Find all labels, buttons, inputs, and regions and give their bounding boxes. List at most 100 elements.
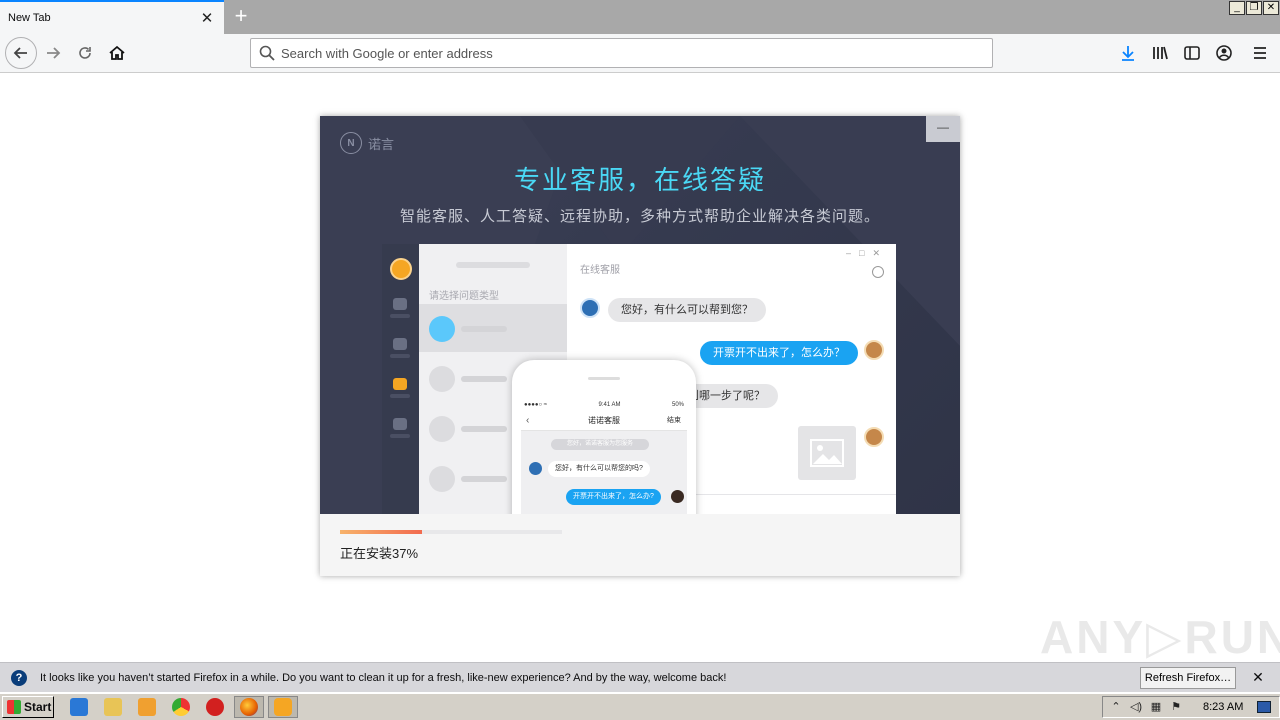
install-progress-text: 正在安装37% xyxy=(340,546,419,561)
preview-sidebar xyxy=(382,244,419,514)
installer-app-icon xyxy=(274,698,292,716)
installer-subtitle: 智能客服、人工答疑、远程协助，多种方式帮助企业解决各类问题。 xyxy=(399,208,880,225)
preview-window-controls: –□✕ xyxy=(846,248,888,258)
phone-message-agent: 您好，有什么可以帮您的吗? xyxy=(548,461,650,477)
taskbar-clock[interactable]: 8:23 AM xyxy=(1203,701,1243,713)
install-progress-fill xyxy=(340,530,423,534)
address-bar[interactable] xyxy=(250,38,993,68)
navigation-toolbar xyxy=(0,34,1280,73)
installer-minimize-button[interactable]: — xyxy=(926,116,960,142)
download-icon xyxy=(1122,46,1134,61)
preview-user-avatar xyxy=(390,258,412,280)
brand-logo-icon: N xyxy=(340,132,362,154)
forward-button[interactable] xyxy=(38,38,68,68)
phone-user-avatar xyxy=(671,490,684,503)
menu-icon xyxy=(1254,47,1266,59)
installer-window: N 诺言 — 专业客服，在线答疑 智能客服、人工答疑、远程协助，多种方式帮助企业… xyxy=(320,116,960,576)
list-item-line xyxy=(461,326,507,332)
phone-end-label: 结束 xyxy=(667,417,681,424)
open-menu-button[interactable] xyxy=(1240,38,1280,68)
home-button[interactable] xyxy=(102,38,132,68)
window-controls: _ ❐ ✕ xyxy=(1229,1,1279,15)
image-icon xyxy=(810,439,844,467)
list-item-avatar xyxy=(429,316,455,342)
user-avatar xyxy=(864,427,884,447)
phone-message-user: 开票开不出来了，怎么办? xyxy=(566,489,661,505)
installer-hero-banner: N 诺言 — 专业客服，在线答疑 智能客服、人工答疑、远程协助，多种方式帮助企业… xyxy=(320,116,960,514)
brand-logo: N 诺言 xyxy=(340,132,394,154)
window-close-button[interactable]: ✕ xyxy=(1263,1,1279,15)
add-user-icon xyxy=(872,266,884,278)
agent-avatar xyxy=(580,298,600,318)
home-icon xyxy=(109,45,125,60)
opera-icon[interactable] xyxy=(206,698,224,716)
tab-strip: New Tab ✕ + _ ❐ ✕ xyxy=(0,0,1280,34)
taskbar-installer-button[interactable] xyxy=(268,696,298,718)
new-tab-button[interactable]: + xyxy=(228,4,254,30)
tray-expand-icon[interactable]: ⌃ xyxy=(1109,700,1123,714)
preview-sidebar-bar xyxy=(390,314,410,318)
chevron-left-icon: ‹ xyxy=(526,415,530,426)
taskbar-firefox-button[interactable] xyxy=(234,696,264,718)
arrow-left-icon xyxy=(13,47,27,59)
list-item xyxy=(419,304,567,352)
start-button[interactable]: Start xyxy=(2,696,54,718)
account-icon xyxy=(1216,45,1232,61)
refresh-notification-bar: ? It looks like you haven’t started Fire… xyxy=(0,662,1280,692)
preview-search-bar xyxy=(456,262,530,268)
monitor-icon xyxy=(393,418,407,430)
phone-preview-illustration: ●●●●○ ≈ 9:41 AM 50% ‹ 诺诺客服 结束 您好，诺诺客服为您服… xyxy=(512,360,696,514)
reload-button[interactable] xyxy=(70,38,100,68)
chrome-icon[interactable] xyxy=(172,698,190,716)
network-icon[interactable]: ▦ xyxy=(1149,700,1163,714)
preview-list-hint: 请选择问题类型 xyxy=(429,291,499,302)
installer-title: 专业客服，在线答疑 xyxy=(513,165,766,195)
toolbar-buttons xyxy=(1112,38,1280,68)
library-button[interactable] xyxy=(1144,38,1176,68)
window-restore-button[interactable]: ❐ xyxy=(1246,1,1262,15)
anyrun-watermark: ANY▷RUN xyxy=(1040,611,1280,663)
phone-time: 9:41 AM xyxy=(598,402,621,408)
account-button[interactable] xyxy=(1208,38,1240,68)
tab-new-tab[interactable]: New Tab ✕ xyxy=(0,0,224,34)
arrow-right-icon xyxy=(47,47,61,59)
support-agent-icon xyxy=(393,378,407,390)
refresh-firefox-button[interactable]: Refresh Firefox… xyxy=(1140,666,1236,689)
start-label: Start xyxy=(24,700,52,714)
url-input[interactable] xyxy=(281,45,961,61)
windows-taskbar: Start ⌃ ◁) ▦ ⚑ 8:23 AM xyxy=(0,693,1280,720)
list-item-line xyxy=(461,376,507,382)
notification-message: It looks like you haven’t started Firefo… xyxy=(40,671,727,684)
chat-message-agent: 您好，有什么可以帮到您？ xyxy=(608,298,766,322)
install-progress-bar xyxy=(340,530,562,534)
phone-system-note: 您好，诺诺客服为您服务 xyxy=(551,439,649,450)
sidebar-button[interactable] xyxy=(1176,38,1208,68)
system-tray: ⌃ ◁) ▦ ⚑ 8:23 AM xyxy=(1102,696,1280,718)
preview-divider xyxy=(687,494,896,495)
back-button[interactable] xyxy=(5,37,37,69)
preview-sidebar-bar xyxy=(390,354,410,358)
reload-icon xyxy=(79,47,91,59)
library-icon xyxy=(1153,46,1168,60)
show-desktop-icon[interactable] xyxy=(1257,701,1272,713)
phone-agent-avatar xyxy=(529,462,542,475)
preview-chat-header: 在线客服 xyxy=(580,265,620,276)
notification-close-icon[interactable]: ✕ xyxy=(1248,669,1268,686)
tab-close-icon[interactable]: ✕ xyxy=(196,7,218,29)
window-minimize-button[interactable]: _ xyxy=(1229,1,1245,15)
info-icon: ? xyxy=(11,669,27,686)
list-item-avatar xyxy=(429,416,455,442)
explorer-icon[interactable] xyxy=(104,698,122,716)
sidebar-icon xyxy=(1184,46,1200,60)
ie-icon[interactable] xyxy=(70,698,88,716)
contacts-icon xyxy=(393,338,407,350)
media-player-icon[interactable] xyxy=(138,698,156,716)
phone-carrier: ●●●●○ ≈ xyxy=(524,402,548,408)
brand-name: 诺言 xyxy=(368,136,395,152)
action-center-flag-icon[interactable]: ⚑ xyxy=(1169,700,1183,714)
windows-logo-icon xyxy=(7,700,21,714)
volume-icon[interactable]: ◁) xyxy=(1129,700,1143,714)
list-item-avatar xyxy=(429,466,455,492)
phone-speaker xyxy=(588,377,620,380)
downloads-button[interactable] xyxy=(1112,38,1144,68)
